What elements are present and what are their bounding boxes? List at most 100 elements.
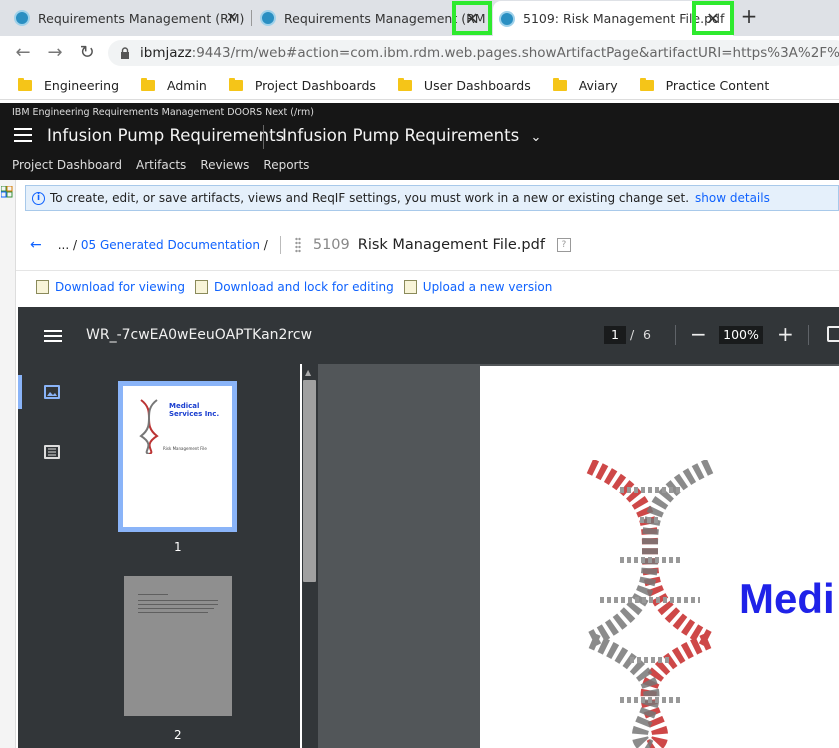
download-icon: [36, 280, 49, 294]
bookmark-label: Engineering: [44, 78, 119, 93]
page-number-input[interactable]: 1: [604, 326, 626, 344]
zoom-input[interactable]: 100%: [719, 326, 763, 344]
back-arrow-icon[interactable]: ←: [12, 42, 34, 64]
back-arrow-icon[interactable]: ←: [30, 237, 42, 253]
bookmarks-bar: Engineering Admin Project Dashboards Use…: [0, 72, 839, 100]
bookmark-label: User Dashboards: [423, 78, 531, 93]
nav-project-dashboard[interactable]: Project Dashboard: [12, 158, 122, 172]
breadcrumb-folder-link[interactable]: 05 Generated Documentation: [81, 238, 260, 252]
project-dropdown[interactable]: Infusion Pump Requirements ⌄: [282, 126, 541, 145]
folder-icon: [639, 78, 654, 91]
bookmark-label: Project Dashboards: [254, 78, 376, 93]
download-and-lock-link[interactable]: Download and lock for editing: [194, 280, 394, 294]
nav-artifacts[interactable]: Artifacts: [136, 158, 186, 172]
pdf-menu-icon[interactable]: [44, 330, 62, 342]
jazz-favicon-icon: [260, 10, 276, 26]
address-bar[interactable]: ibmjazz:9443/rm/web#action=com.ibm.rdm.w…: [108, 40, 839, 66]
folder-icon: [397, 78, 412, 91]
action-label: Upload a new version: [422, 280, 553, 294]
bookmark-project-dashboards[interactable]: Project Dashboards: [223, 78, 376, 93]
project-title[interactable]: Infusion Pump Requirements: [47, 126, 284, 145]
jazz-favicon-icon: [499, 10, 515, 27]
bookmark-practice-content[interactable]: Practice Content: [634, 78, 770, 93]
menu-icon[interactable]: [14, 128, 32, 142]
divider: [16, 270, 839, 271]
show-details-link[interactable]: show details: [695, 191, 770, 205]
breadcrumb-divider: [279, 236, 281, 254]
artifact-actions: Download for viewing Download and lock f…: [36, 280, 562, 294]
breadcrumb-sep: /: [263, 238, 268, 252]
tab-close-icon[interactable]: ✕: [692, 1, 734, 35]
artifact-title: Risk Management File.pdf: [357, 237, 545, 253]
toolbar-divider: [675, 325, 676, 345]
thumbnail-view-icon[interactable]: [44, 385, 60, 399]
jazz-favicon-icon: [14, 10, 30, 26]
dna-logo-icon: [139, 399, 159, 454]
drag-handle-icon[interactable]: [294, 237, 301, 253]
thumb-text-line: [138, 604, 218, 605]
bookmark-aviary[interactable]: Aviary: [547, 78, 618, 93]
nav-reports[interactable]: Reports: [263, 158, 309, 172]
dna-illustration-icon: [570, 460, 730, 748]
folder-icon: [228, 78, 243, 91]
sidebar-scroll-thumb[interactable]: [303, 380, 316, 582]
new-tab-button[interactable]: +: [738, 6, 760, 28]
thumb-text-line: [138, 612, 208, 613]
scroll-up-icon[interactable]: ▲: [305, 368, 311, 377]
tab-close-highlight-2[interactable]: ✕: [452, 0, 492, 36]
bookmark-engineering[interactable]: Engineering: [12, 78, 119, 93]
sidebar-selection-indicator: [18, 375, 22, 409]
reload-icon[interactable]: ↻: [76, 42, 98, 64]
project-dropdown-label: Infusion Pump Requirements: [282, 126, 520, 145]
info-banner: i To create, edit, or save artifacts, vi…: [25, 185, 839, 211]
thumbnail-label: 1: [174, 540, 182, 554]
upload-new-version-link[interactable]: Upload a new version: [403, 280, 553, 294]
tab-close-icon[interactable]: ✕: [452, 1, 492, 35]
bookmark-user-dashboards[interactable]: User Dashboards: [392, 78, 531, 93]
page-heading: Medi: [739, 575, 835, 622]
thumbnail-label: 2: [174, 728, 182, 742]
browser-tab-strip: Requirements Management (RM) ✕ Requireme…: [0, 0, 839, 36]
url-rest: :9443/rm/web#action=com.ibm.rdm.web.page…: [191, 45, 839, 61]
grid-icon[interactable]: [1, 186, 13, 198]
page-thumbnail-1[interactable]: Medical Services Inc. Risk Management Fi…: [118, 381, 237, 532]
page-total: 6: [643, 327, 651, 342]
product-name: IBM Engineering Requirements Management …: [12, 107, 314, 118]
app-nav: Project Dashboard Artifacts Reviews Repo…: [12, 158, 309, 172]
left-panel-strip[interactable]: [0, 180, 16, 748]
pdf-file-name: WR_-7cwEA0wEeuOAPTKan2rcw: [86, 327, 313, 343]
chevron-down-icon: ⌄: [530, 130, 542, 145]
tab-close-highlight-3[interactable]: ✕: [692, 0, 734, 36]
bookmark-label: Practice Content: [665, 78, 770, 93]
banner-text: To create, edit, or save artifacts, view…: [50, 191, 690, 205]
folder-icon: [141, 78, 155, 91]
lock-icon: [120, 47, 130, 59]
nav-reviews[interactable]: Reviews: [200, 158, 249, 172]
breadcrumb-sep: /: [73, 238, 78, 252]
info-icon: i: [32, 191, 45, 205]
action-label: Download for viewing: [55, 280, 185, 294]
tab-divider: [251, 10, 252, 26]
tab-requirements-management-1[interactable]: Requirements Management (RM) ✕: [8, 0, 248, 36]
help-icon[interactable]: ?: [556, 238, 571, 252]
thumb-text-line: [138, 594, 168, 595]
tab-title: Requirements Management (RM): [38, 10, 245, 26]
thumb-heading: Risk Management File: [163, 446, 207, 451]
thumb-text-line: [138, 608, 214, 609]
zoom-in-icon[interactable]: +: [777, 322, 794, 346]
page-thumbnail-2[interactable]: [124, 576, 232, 716]
thumb-text-line: [138, 600, 218, 601]
breadcrumb-ellipsis[interactable]: ...: [58, 238, 69, 252]
url-host: ibmjazz: [140, 45, 192, 61]
action-label: Download and lock for editing: [213, 280, 394, 294]
download-for-viewing-link[interactable]: Download for viewing: [36, 280, 185, 294]
document-outline-icon[interactable]: [44, 445, 60, 459]
header-divider: [263, 125, 264, 149]
forward-arrow-icon[interactable]: →: [44, 42, 66, 64]
download-lock-icon: [194, 280, 208, 294]
bookmark-admin[interactable]: Admin: [135, 78, 207, 93]
page-separator: /: [630, 327, 635, 342]
fit-page-icon[interactable]: [827, 326, 839, 342]
zoom-out-icon[interactable]: −: [690, 322, 707, 346]
tab-close-icon[interactable]: ✕: [226, 10, 238, 26]
